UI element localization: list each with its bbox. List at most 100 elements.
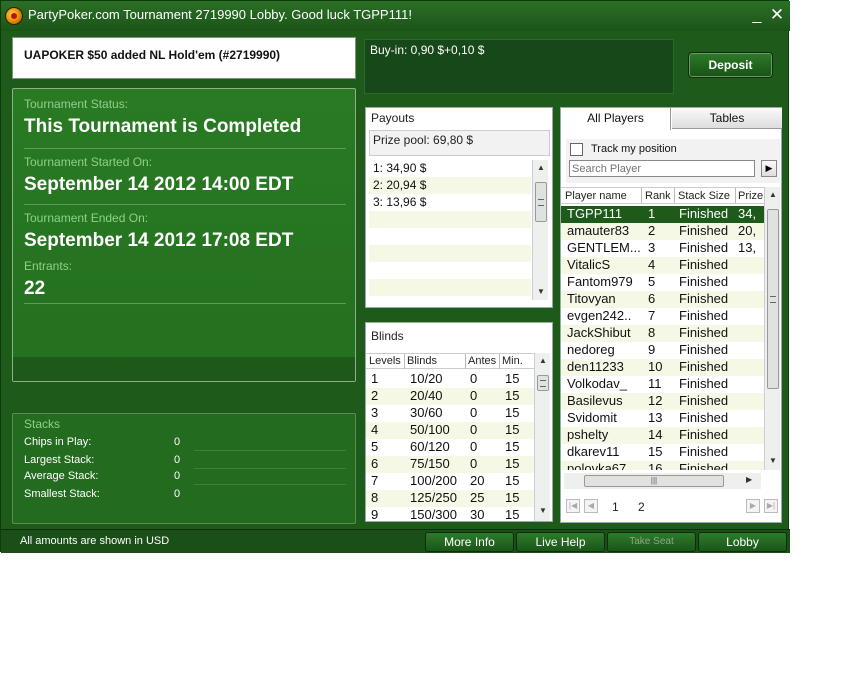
last-page-icon[interactable]: ▶| [764, 499, 778, 513]
blind-ante: 0 [470, 456, 478, 471]
payouts-title: Payouts [371, 111, 415, 125]
buyin-box: Buy-in: 0,90 $+0,10 $ [364, 39, 674, 94]
search-player-input[interactable] [569, 160, 755, 177]
live-help-button[interactable]: Live Help [516, 532, 605, 552]
blind-level: 5 [371, 439, 379, 454]
lobby-button[interactable]: Lobby [698, 532, 787, 552]
take-seat-button[interactable]: Take Seat [607, 532, 696, 552]
blind-level: 7 [371, 473, 379, 488]
players-scrollbar[interactable]: ▲ ▼ [764, 187, 780, 470]
column-header-blinds[interactable]: Blinds [407, 355, 437, 367]
prev-page-icon[interactable]: ◀ [584, 499, 598, 513]
track-position-checkbox[interactable] [570, 143, 583, 156]
scroll-down-icon[interactable]: ▼ [767, 455, 779, 467]
deposit-button[interactable]: Deposit [688, 52, 773, 78]
payouts-scrollbar[interactable]: ▲ ▼ [532, 160, 548, 300]
player-row[interactable]: JackShibut 8 Finished [561, 325, 764, 342]
player-row[interactable]: polovka67 16 Finished [561, 461, 764, 470]
player-row[interactable]: den11233 10 Finished [561, 359, 764, 376]
player-name: VitalicS [567, 257, 611, 272]
divider [735, 188, 736, 203]
player-stack: Finished [679, 206, 729, 221]
column-header-player-name[interactable]: Player name [565, 190, 627, 202]
blinds-header: Levels Blinds Antes Min. [366, 353, 534, 369]
player-row[interactable]: evgen242.. 7 Finished [561, 308, 764, 325]
scroll-up-icon[interactable]: ▲ [767, 189, 779, 201]
player-row[interactable]: VitalicS 4 Finished [561, 257, 764, 274]
scroll-up-icon[interactable]: ▲ [537, 355, 549, 367]
minimize-button[interactable]: _ [749, 5, 765, 25]
tournament-status-panel: Tournament Status: This Tournament is Co… [12, 88, 356, 382]
blind-row: 5 60/120 0 15 [366, 439, 534, 456]
column-header-antes[interactable]: Antes [468, 355, 496, 367]
player-rank: 6 [648, 291, 656, 306]
player-row[interactable]: Basilevus 12 Finished [561, 393, 764, 410]
next-page-icon[interactable]: ▶ [746, 499, 760, 513]
scroll-thumb[interactable]: ||| [584, 475, 724, 487]
scroll-down-icon[interactable]: ▼ [535, 286, 547, 298]
player-name: Svidomit [567, 410, 617, 425]
currency-note: All amounts are shown in USD [20, 535, 170, 547]
more-info-button[interactable]: More Info [425, 532, 514, 552]
player-row[interactable]: nedoreg 9 Finished [561, 342, 764, 359]
blind-row: 7 100/200 20 15 [366, 473, 534, 490]
scroll-up-icon[interactable]: ▲ [535, 162, 547, 174]
player-rank: 2 [648, 223, 656, 238]
search-arrow-icon[interactable]: ▶ [761, 160, 777, 177]
scroll-down-icon[interactable]: ▼ [537, 505, 549, 517]
player-prize: 13, [738, 240, 757, 255]
stack-row: Chips in Play: 0 [24, 436, 346, 452]
blind-row: 2 20/40 0 15 [366, 388, 534, 405]
player-name: Fantom979 [567, 274, 633, 289]
column-header-min[interactable]: Min. [502, 355, 523, 367]
player-row[interactable]: Volkodav_ 11 Finished [561, 376, 764, 393]
player-name: amauter83 [567, 223, 630, 238]
column-header-rank[interactable]: Rank [645, 190, 671, 202]
blinds-scrollbar[interactable]: ▲ ▼ [534, 353, 550, 521]
player-row[interactable]: dkarev11 15 Finished [561, 444, 764, 461]
blind-row: 6 75/150 0 15 [366, 456, 534, 473]
blind-amount: 125/250 [410, 490, 457, 505]
player-row[interactable]: TGPP111 1 Finished 34, [561, 206, 764, 223]
blind-level: 3 [371, 405, 379, 420]
prize-pool: Prize pool: 69,80 $ [369, 130, 550, 156]
column-header-levels[interactable]: Levels [369, 355, 401, 367]
player-rank: 5 [648, 274, 656, 289]
divider [24, 148, 346, 149]
blind-ante: 20 [470, 473, 485, 488]
player-row[interactable]: Svidomit 13 Finished [561, 410, 764, 427]
player-rank: 9 [648, 342, 656, 357]
scroll-right-icon[interactable]: ▶ [746, 475, 752, 484]
scroll-thumb[interactable] [537, 375, 549, 391]
blind-minutes: 15 [505, 371, 520, 386]
status-bar: All amounts are shown in USD More Info L… [1, 529, 790, 553]
players-horizontal-scrollbar[interactable]: ||| ▶ [564, 473, 761, 489]
player-stack: Finished [679, 461, 729, 470]
empty-row [369, 262, 531, 279]
column-header-prize[interactable]: Prize [738, 190, 763, 202]
blind-row: 9 150/300 30 15 [366, 507, 534, 521]
page-number[interactable]: 2 [638, 500, 645, 514]
scroll-thumb[interactable] [767, 209, 779, 389]
tab-tables[interactable]: Tables [672, 108, 782, 129]
first-page-icon[interactable]: |◀ [566, 499, 580, 513]
player-rank: 8 [648, 325, 656, 340]
started-label: Tournament Started On: [24, 155, 153, 169]
player-stack: Finished [679, 274, 729, 289]
divider [24, 204, 346, 205]
lobby-window: PartyPoker.com Tournament 2719990 Lobby.… [0, 0, 790, 553]
scroll-thumb[interactable] [535, 182, 547, 222]
close-button[interactable]: ✕ [768, 4, 786, 26]
player-row[interactable]: Fantom979 5 Finished [561, 274, 764, 291]
payout-row: 1: 34,90 $ [373, 161, 427, 175]
player-row[interactable]: pshelty 14 Finished [561, 427, 764, 444]
player-row[interactable]: GENTLEM... 3 Finished 13, [561, 240, 764, 257]
tab-all-players[interactable]: All Players [561, 108, 671, 130]
page-number[interactable]: 1 [612, 500, 619, 514]
player-row[interactable]: amauter83 2 Finished 20, [561, 223, 764, 240]
column-header-stack-size[interactable]: Stack Size [678, 190, 730, 202]
players-panel: All Players Tables Track my position ▶ P… [560, 107, 782, 523]
player-row[interactable]: Titovyan 6 Finished [561, 291, 764, 308]
blind-amount: 75/150 [410, 456, 450, 471]
stack-label: Smallest Stack: [24, 488, 100, 500]
